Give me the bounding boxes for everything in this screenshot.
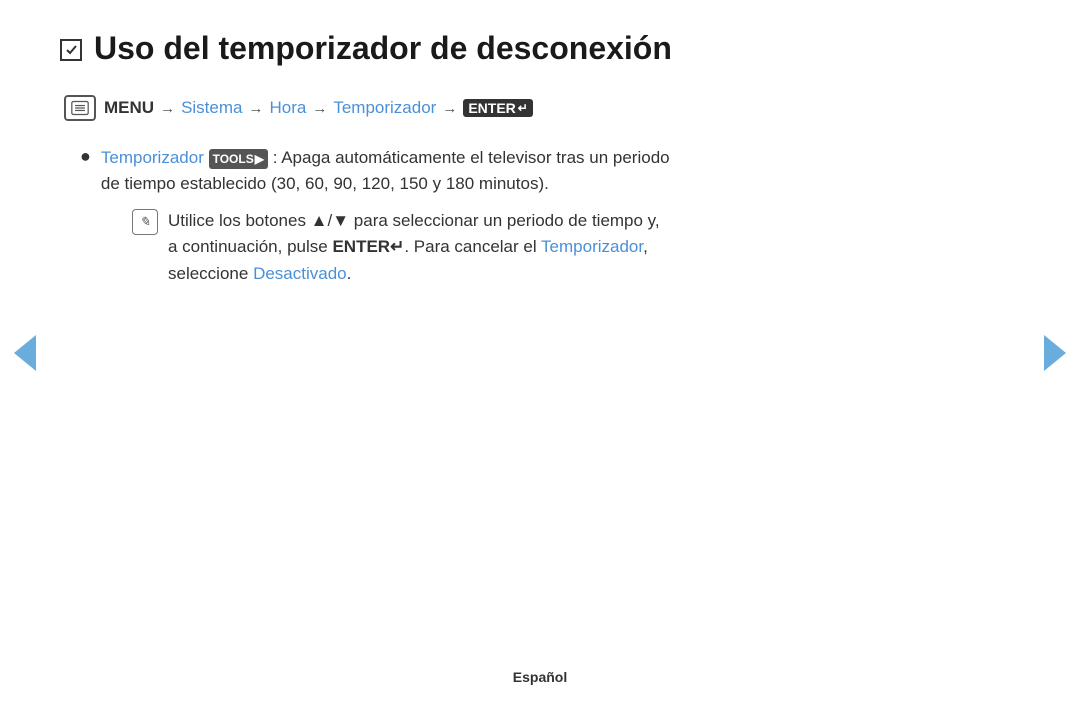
- bullet-keyword: Temporizador: [101, 148, 204, 167]
- page-title: Uso del temporizador de desconexión: [94, 30, 672, 67]
- checkbox-icon: [60, 39, 82, 61]
- note-line3-suffix: .: [347, 264, 352, 283]
- bullet-item: ● Temporizador TOOLS▶ : Apaga automática…: [80, 145, 1000, 196]
- footer: Español: [0, 669, 1080, 685]
- breadcrumb-arrow-3: →: [312, 100, 327, 117]
- breadcrumb-arrow-1: →: [160, 100, 175, 117]
- breadcrumb-hora[interactable]: Hora: [269, 98, 306, 118]
- note-line2-mid: . Para cancelar el: [404, 237, 541, 256]
- note-line2-prefix: a continuación, pulse: [168, 237, 332, 256]
- note-line3-prefix: seleccione: [168, 264, 253, 283]
- breadcrumb-arrow-4: →: [442, 100, 457, 117]
- note-text: Utilice los botones ▲/▼ para seleccionar…: [168, 208, 660, 287]
- note-line1: Utilice los botones ▲/▼ para seleccionar…: [168, 211, 660, 230]
- bullet-text: Temporizador TOOLS▶ : Apaga automáticame…: [101, 145, 670, 196]
- breadcrumb-arrow-2: →: [248, 100, 263, 117]
- nav-left-button[interactable]: [14, 335, 36, 371]
- bullet-text1: : Apaga automáticamente el televisor tra…: [273, 148, 670, 167]
- enter-badge: ENTER↵: [463, 99, 533, 117]
- note-section: ✎ Utilice los botones ▲/▼ para seleccion…: [132, 208, 1000, 287]
- bullet-text2: de tiempo establecido (30, 60, 90, 120, …: [101, 174, 549, 193]
- tools-label: TOOLS: [213, 150, 254, 168]
- nav-right-button[interactable]: [1044, 335, 1066, 371]
- breadcrumb-sistema[interactable]: Sistema: [181, 98, 242, 118]
- page-title-row: Uso del temporizador de desconexión: [60, 30, 1000, 67]
- bullet-dot: ●: [80, 146, 91, 167]
- note-item: ✎ Utilice los botones ▲/▼ para seleccion…: [132, 208, 1000, 287]
- bullet-section: ● Temporizador TOOLS▶ : Apaga automática…: [80, 145, 1000, 287]
- footer-language: Español: [513, 669, 567, 685]
- note-desactivado-link: Desactivado: [253, 264, 347, 283]
- tools-badge: TOOLS▶: [209, 149, 268, 169]
- enter-label: ENTER: [468, 100, 515, 116]
- note-line2-suffix: ,: [643, 237, 648, 256]
- breadcrumb-menu-label: MENU: [104, 98, 154, 118]
- breadcrumb-temporizador[interactable]: Temporizador: [333, 98, 436, 118]
- note-temporizador-link: Temporizador: [541, 237, 643, 256]
- menu-icon: [64, 95, 96, 121]
- note-icon: ✎: [132, 209, 158, 235]
- note-enter-label: ENTER: [332, 237, 390, 256]
- main-content: Uso del temporizador de desconexión MENU…: [0, 0, 1080, 317]
- breadcrumb: MENU → Sistema → Hora → Temporizador → E…: [64, 95, 1000, 121]
- note-enter-symbol: ↵: [390, 237, 404, 256]
